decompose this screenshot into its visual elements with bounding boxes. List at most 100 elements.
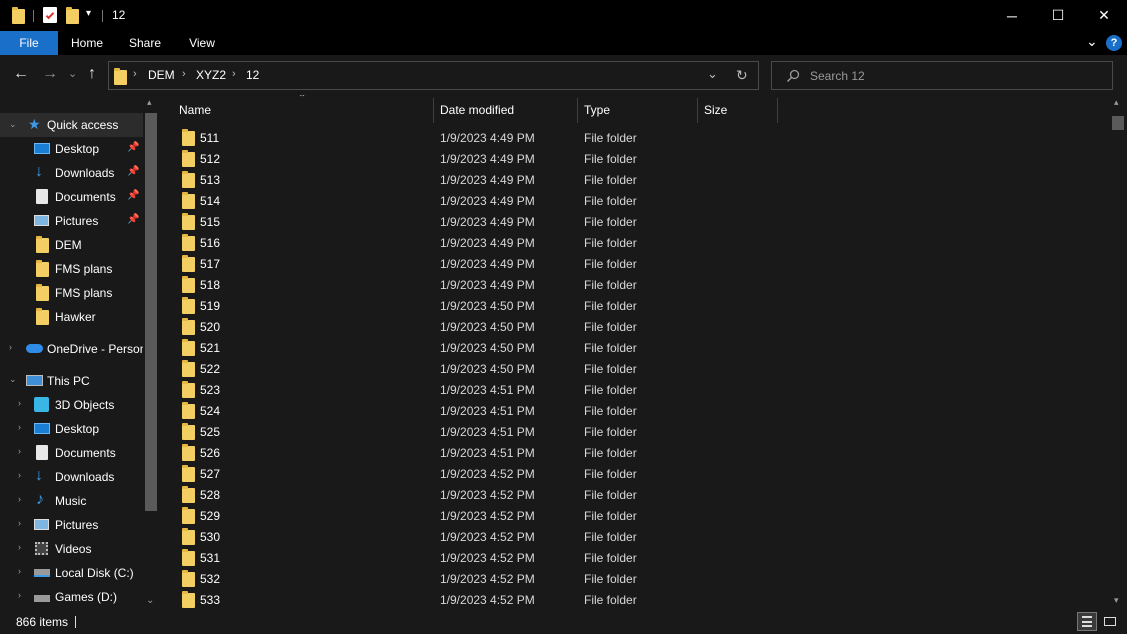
refresh-icon[interactable]: ↻ bbox=[736, 67, 748, 84]
nav-quick-access[interactable]: ⌄ ★ Quick access bbox=[0, 113, 143, 137]
recent-locations-button[interactable]: ⌄ bbox=[68, 67, 77, 80]
breadcrumb-separator[interactable]: › bbox=[232, 68, 236, 80]
chevron-right-icon[interactable]: › bbox=[18, 542, 21, 552]
nav-item-documents[interactable]: Documents 📌 bbox=[0, 185, 143, 209]
file-row[interactable]: 529 1/9/2023 4:52 PM File folder bbox=[160, 505, 1110, 526]
file-row[interactable]: 515 1/9/2023 4:49 PM File folder bbox=[160, 211, 1110, 232]
nav-item-dem[interactable]: DEM bbox=[0, 233, 143, 257]
nav-item-local-disk[interactable]: › Local Disk (C:) bbox=[0, 561, 143, 585]
scroll-up-icon[interactable]: ▴ bbox=[1114, 97, 1119, 108]
address-bar[interactable]: › DEM › XYZ2 › 12 ⌄ ↻ bbox=[108, 61, 759, 90]
tab-home[interactable]: Home bbox=[66, 31, 108, 55]
up-button[interactable]: ↑ bbox=[88, 65, 96, 83]
scroll-down-icon[interactable]: ▾ bbox=[1114, 595, 1119, 606]
chevron-right-icon[interactable]: › bbox=[18, 566, 21, 576]
file-row[interactable]: 521 1/9/2023 4:50 PM File folder bbox=[160, 337, 1110, 358]
file-row[interactable]: 518 1/9/2023 4:49 PM File folder bbox=[160, 274, 1110, 295]
breadcrumb-12[interactable]: 12 bbox=[246, 68, 259, 82]
file-name[interactable]: 512 bbox=[200, 152, 220, 166]
help-icon[interactable]: ? bbox=[1106, 35, 1122, 51]
nav-item-pictures-pc[interactable]: › Pictures bbox=[0, 513, 143, 537]
file-row[interactable]: 525 1/9/2023 4:51 PM File folder bbox=[160, 421, 1110, 442]
file-name[interactable]: 513 bbox=[200, 173, 220, 187]
large-icons-view-button[interactable] bbox=[1100, 612, 1120, 631]
column-divider[interactable] bbox=[433, 98, 434, 123]
file-name[interactable]: 533 bbox=[200, 593, 220, 607]
file-name[interactable]: 514 bbox=[200, 194, 220, 208]
chevron-down-icon[interactable]: ⌄ bbox=[9, 119, 17, 130]
file-row[interactable]: 512 1/9/2023 4:49 PM File folder bbox=[160, 148, 1110, 169]
file-name[interactable]: 531 bbox=[200, 551, 220, 565]
file-name[interactable]: 528 bbox=[200, 488, 220, 502]
file-row[interactable]: 517 1/9/2023 4:49 PM File folder bbox=[160, 253, 1110, 274]
close-button[interactable]: ✕ bbox=[1081, 0, 1127, 31]
chevron-down-icon[interactable]: ⌄ bbox=[1086, 33, 1098, 50]
nav-item-documents-pc[interactable]: › Documents bbox=[0, 441, 143, 465]
file-name[interactable]: 519 bbox=[200, 299, 220, 313]
nav-item-downloads-pc[interactable]: › ↓ Downloads bbox=[0, 465, 143, 489]
nav-item-videos[interactable]: › Videos bbox=[0, 537, 143, 561]
file-name[interactable]: 524 bbox=[200, 404, 220, 418]
column-header-size[interactable]: Size bbox=[704, 103, 727, 117]
nav-scrollbar-thumb[interactable] bbox=[145, 113, 157, 511]
nav-item-music[interactable]: › ♪ Music bbox=[0, 489, 143, 513]
search-box[interactable] bbox=[771, 61, 1113, 90]
chevron-right-icon[interactable]: › bbox=[18, 398, 21, 408]
file-name[interactable]: 529 bbox=[200, 509, 220, 523]
chevron-right-icon[interactable]: › bbox=[9, 342, 12, 352]
file-name[interactable]: 515 bbox=[200, 215, 220, 229]
tab-view[interactable]: View bbox=[182, 31, 222, 55]
nav-item-fms-plans-2[interactable]: FMS plans bbox=[0, 281, 143, 305]
file-row[interactable]: 526 1/9/2023 4:51 PM File folder bbox=[160, 442, 1110, 463]
chevron-right-icon[interactable]: › bbox=[18, 422, 21, 432]
column-divider[interactable] bbox=[577, 98, 578, 123]
breadcrumb-separator[interactable]: › bbox=[182, 68, 186, 80]
minimize-button[interactable]: ─ bbox=[989, 0, 1035, 31]
file-name[interactable]: 522 bbox=[200, 362, 220, 376]
file-row[interactable]: 528 1/9/2023 4:52 PM File folder bbox=[160, 484, 1110, 505]
file-name[interactable]: 520 bbox=[200, 320, 220, 334]
file-row[interactable]: 533 1/9/2023 4:52 PM File folder bbox=[160, 589, 1110, 610]
nav-item-hawker[interactable]: Hawker bbox=[0, 305, 143, 329]
file-row[interactable]: 520 1/9/2023 4:50 PM File folder bbox=[160, 316, 1110, 337]
nav-item-games-drive[interactable]: › Games (D:) bbox=[0, 585, 143, 609]
nav-item-fms-plans[interactable]: FMS plans bbox=[0, 257, 143, 281]
file-name[interactable]: 526 bbox=[200, 446, 220, 460]
pin-icon[interactable]: 📌 bbox=[127, 142, 139, 153]
file-row[interactable]: 524 1/9/2023 4:51 PM File folder bbox=[160, 400, 1110, 421]
chevron-right-icon[interactable]: › bbox=[18, 518, 21, 528]
customize-qat-icon[interactable]: ▾ bbox=[86, 8, 91, 19]
nav-item-desktop-pc[interactable]: › Desktop bbox=[0, 417, 143, 441]
file-row[interactable]: 511 1/9/2023 4:49 PM File folder bbox=[160, 127, 1110, 148]
file-name[interactable]: 517 bbox=[200, 257, 220, 271]
file-name[interactable]: 523 bbox=[200, 383, 220, 397]
search-input[interactable] bbox=[810, 67, 1100, 85]
pin-icon[interactable]: 📌 bbox=[127, 166, 139, 177]
file-row[interactable]: 519 1/9/2023 4:50 PM File folder bbox=[160, 295, 1110, 316]
nav-this-pc[interactable]: ⌄ This PC bbox=[0, 369, 143, 393]
maximize-button[interactable]: ☐ bbox=[1035, 0, 1081, 31]
chevron-right-icon[interactable]: › bbox=[18, 494, 21, 504]
file-name[interactable]: 525 bbox=[200, 425, 220, 439]
file-name[interactable]: 530 bbox=[200, 530, 220, 544]
file-name[interactable]: 521 bbox=[200, 341, 220, 355]
file-row[interactable]: 531 1/9/2023 4:52 PM File folder bbox=[160, 547, 1110, 568]
back-button[interactable]: ← bbox=[13, 65, 29, 83]
file-row[interactable]: 514 1/9/2023 4:49 PM File folder bbox=[160, 190, 1110, 211]
file-row[interactable]: 516 1/9/2023 4:49 PM File folder bbox=[160, 232, 1110, 253]
content-scrollbar-thumb[interactable] bbox=[1112, 116, 1124, 130]
pin-icon[interactable]: 📌 bbox=[127, 190, 139, 201]
file-name[interactable]: 516 bbox=[200, 236, 220, 250]
file-name[interactable]: 518 bbox=[200, 278, 220, 292]
file-row[interactable]: 523 1/9/2023 4:51 PM File folder bbox=[160, 379, 1110, 400]
column-header-date[interactable]: Date modified bbox=[440, 103, 514, 117]
column-header-name[interactable]: Name bbox=[179, 103, 211, 117]
file-name[interactable]: 511 bbox=[200, 131, 219, 145]
chevron-right-icon[interactable]: › bbox=[18, 446, 21, 456]
nav-item-desktop[interactable]: Desktop 📌 bbox=[0, 137, 143, 161]
chevron-right-icon[interactable]: › bbox=[18, 470, 21, 480]
address-dropdown-icon[interactable]: ⌄ bbox=[707, 66, 718, 82]
nav-item-3d-objects[interactable]: › 3D Objects bbox=[0, 393, 143, 417]
properties-icon[interactable] bbox=[43, 7, 57, 23]
file-row[interactable]: 527 1/9/2023 4:52 PM File folder bbox=[160, 463, 1110, 484]
